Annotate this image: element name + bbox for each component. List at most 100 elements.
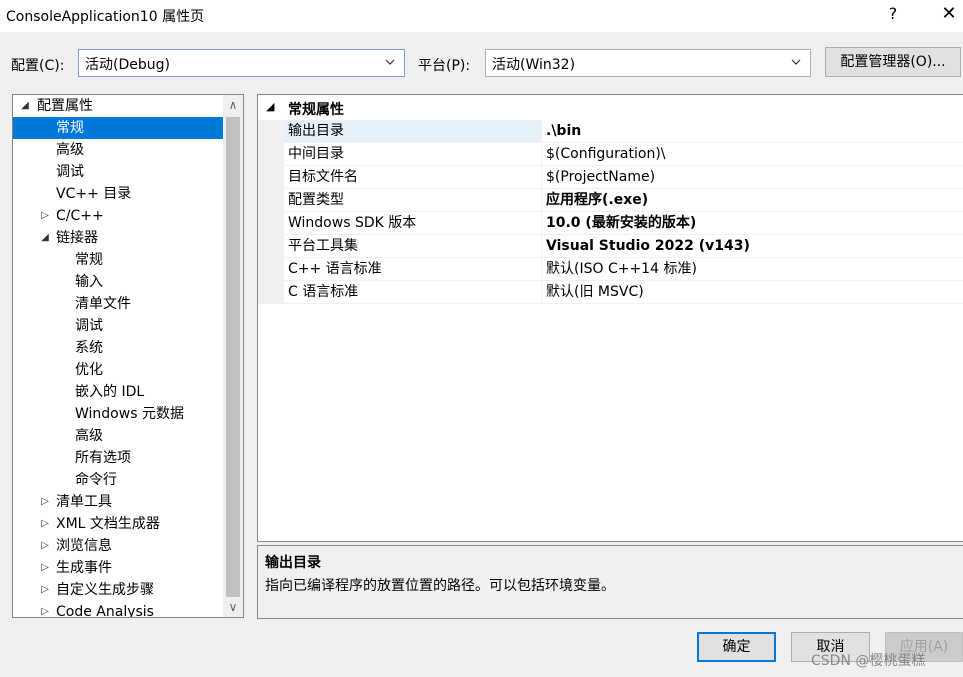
property-value[interactable]: 默认(ISO C++14 标准)	[542, 258, 963, 281]
close-button[interactable]: ✕	[938, 3, 960, 24]
help-button[interactable]: ?	[884, 4, 902, 23]
row-gutter	[258, 212, 284, 235]
tree-item[interactable]: 优化	[13, 359, 223, 381]
row-gutter	[258, 258, 284, 281]
config-value: 活动(Debug)	[85, 57, 170, 73]
property-value[interactable]: 10.0 (最新安装的版本)	[542, 212, 963, 235]
platform-value: 活动(Win32)	[492, 57, 576, 73]
property-name: C++ 语言标准	[284, 258, 542, 281]
property-value[interactable]: 应用程序(.exe)	[542, 189, 963, 212]
tree-item-selected[interactable]: 常规	[13, 117, 223, 139]
tree-item[interactable]: ▷ 自定义生成步骤	[13, 579, 223, 601]
tree-item-label: C/C++	[56, 208, 104, 224]
property-value[interactable]: $(ProjectName)	[542, 166, 963, 189]
tree-item[interactable]: 高级	[13, 425, 223, 447]
platform-combo[interactable]: 活动(Win32)	[485, 49, 811, 77]
tree-item[interactable]: 命令行	[13, 469, 223, 491]
expander-icon[interactable]: ▷	[39, 205, 51, 227]
tree-item-label: 嵌入的 IDL	[75, 384, 145, 400]
property-grid: ◢ 常规属性 输出目录 .\bin 中间目录 $(Configuration)\…	[257, 94, 963, 542]
category-row[interactable]: ◢ 常规属性	[258, 97, 963, 119]
tree-item[interactable]: 高级	[13, 139, 223, 161]
expander-icon[interactable]: ▷	[39, 491, 51, 513]
config-label: 配置(C):	[11, 58, 65, 74]
property-value[interactable]: $(Configuration)\	[542, 143, 963, 166]
tree-item-label: 调试	[75, 318, 103, 334]
expander-icon[interactable]: ▷	[39, 579, 51, 601]
tree-item-label: 高级	[56, 142, 84, 158]
tree-item-label: 命令行	[75, 472, 117, 488]
tree-item-label: 优化	[75, 362, 103, 378]
chevron-up-icon[interactable]: ∧	[223, 95, 243, 115]
tree-item-label: 清单工具	[56, 494, 112, 510]
property-tree: ◢ 配置属性 常规 高级 调试 VC++ 目录 ▷ C/C++ ◢ 链接器 常规 输入…	[12, 94, 244, 618]
row-gutter	[258, 143, 284, 166]
tree-item[interactable]: 输入	[13, 271, 223, 293]
property-value[interactable]: .\bin	[542, 120, 963, 143]
collapse-icon[interactable]: ◢	[266, 100, 274, 113]
row-gutter	[258, 235, 284, 258]
expander-icon[interactable]: ◢	[19, 95, 31, 117]
scrollbar-thumb[interactable]	[226, 117, 240, 597]
expander-icon[interactable]: ▷	[39, 601, 51, 617]
tree-item-label: 配置属性	[37, 98, 93, 114]
property-row[interactable]: 平台工具集 Visual Studio 2022 (v143)	[258, 235, 963, 258]
tree-item[interactable]: VC++ 目录	[13, 183, 223, 205]
tree-item[interactable]: 所有选项	[13, 447, 223, 469]
property-value[interactable]: 默认(旧 MSVC)	[542, 281, 963, 304]
property-row[interactable]: 中间目录 $(Configuration)\	[258, 143, 963, 166]
tree-item[interactable]: 调试	[13, 161, 223, 183]
property-value[interactable]: Visual Studio 2022 (v143)	[542, 235, 963, 258]
tree-item-label: XML 文档生成器	[56, 516, 160, 532]
tree-item-label: 清单文件	[75, 296, 131, 312]
tree-item[interactable]: ◢ 链接器	[13, 227, 223, 249]
tree-item[interactable]: ▷ 生成事件	[13, 557, 223, 579]
tree-item[interactable]: ▷ Code Analysis	[13, 601, 223, 618]
tree-item[interactable]: ◢ 配置属性	[13, 95, 223, 117]
tree-item-label: 高级	[75, 428, 103, 444]
tree-item-label: 常规	[56, 120, 84, 136]
tree-item[interactable]: ▷ 浏览信息	[13, 535, 223, 557]
tree-item-label: 常规	[75, 252, 103, 268]
tree-item-label: VC++ 目录	[56, 186, 132, 202]
property-name: 目标文件名	[284, 166, 542, 189]
config-manager-button[interactable]: 配置管理器(O)...	[825, 47, 961, 77]
property-row[interactable]: 配置类型 应用程序(.exe)	[258, 189, 963, 212]
tree-item-label: 链接器	[56, 230, 98, 246]
property-row[interactable]: C 语言标准 默认(旧 MSVC)	[258, 281, 963, 304]
expander-icon[interactable]: ◢	[39, 227, 51, 249]
tree-item[interactable]: ▷ 清单工具	[13, 491, 223, 513]
platform-label: 平台(P):	[418, 58, 471, 74]
description-title: 输出目录	[265, 555, 321, 571]
window-title: ConsoleApplication10 属性页	[6, 9, 205, 25]
tree-item[interactable]: 常规	[13, 249, 223, 271]
tree-item-label: 生成事件	[56, 560, 112, 576]
chevron-down-icon[interactable]: ∨	[223, 597, 243, 617]
tree-item[interactable]: ▷ XML 文档生成器	[13, 513, 223, 535]
property-row[interactable]: 目标文件名 $(ProjectName)	[258, 166, 963, 189]
chevron-down-icon	[385, 59, 395, 65]
expander-icon[interactable]: ▷	[39, 513, 51, 535]
tree-item[interactable]: 嵌入的 IDL	[13, 381, 223, 403]
expander-icon[interactable]: ▷	[39, 557, 51, 579]
tree-item-label: 自定义生成步骤	[56, 582, 154, 598]
property-name: 平台工具集	[284, 235, 542, 258]
watermark: CSDN @樱桃蛋糕	[811, 653, 926, 669]
tree-item-label: Code Analysis	[56, 604, 154, 618]
title-bar: ConsoleApplication10 属性页 ? ✕	[0, 0, 963, 32]
tree-item[interactable]: 调试	[13, 315, 223, 337]
property-row[interactable]: Windows SDK 版本 10.0 (最新安装的版本)	[258, 212, 963, 235]
description-text: 指向已编译程序的放置位置的路径。可以包括环境变量。	[265, 578, 615, 594]
tree-item[interactable]: 系统	[13, 337, 223, 359]
tree-item[interactable]: ▷ C/C++	[13, 205, 223, 227]
tree-item[interactable]: Windows 元数据	[13, 403, 223, 425]
expander-icon[interactable]: ▷	[39, 535, 51, 557]
property-name: 配置类型	[284, 189, 542, 212]
property-row-selected[interactable]: 输出目录 .\bin	[258, 120, 963, 143]
tree-scrollbar[interactable]: ∧ ∨	[223, 95, 243, 617]
ok-button[interactable]: 确定	[697, 632, 776, 662]
tree-item[interactable]: 清单文件	[13, 293, 223, 315]
config-combo[interactable]: 活动(Debug)	[78, 49, 405, 77]
property-row[interactable]: C++ 语言标准 默认(ISO C++14 标准)	[258, 258, 963, 281]
row-gutter	[258, 189, 284, 212]
